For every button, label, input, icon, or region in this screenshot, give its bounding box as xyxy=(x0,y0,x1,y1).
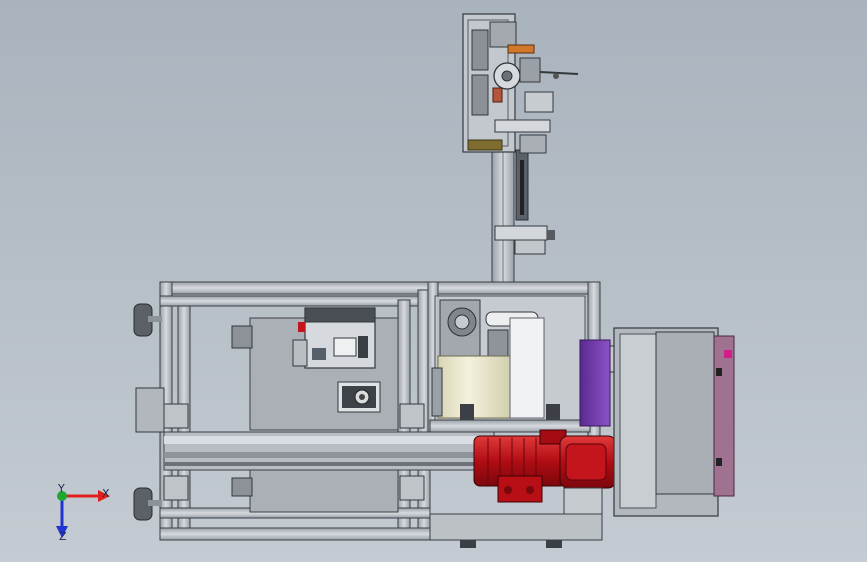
top-head-unit xyxy=(462,13,579,154)
control-box xyxy=(292,307,376,369)
cad-viewport[interactable]: X Y Z xyxy=(0,0,867,562)
x-axis-label: X xyxy=(102,487,110,500)
linear-beam xyxy=(163,431,495,471)
machine-assembly-front-view xyxy=(133,13,735,548)
y-axis-label: Y xyxy=(58,482,65,495)
emergency-switch-box xyxy=(337,381,381,413)
gearbox xyxy=(559,435,617,517)
vertical-mast xyxy=(491,139,529,286)
z-axis-label: Z xyxy=(59,530,67,543)
red-motor xyxy=(473,429,567,503)
bottom-pads xyxy=(429,513,603,548)
